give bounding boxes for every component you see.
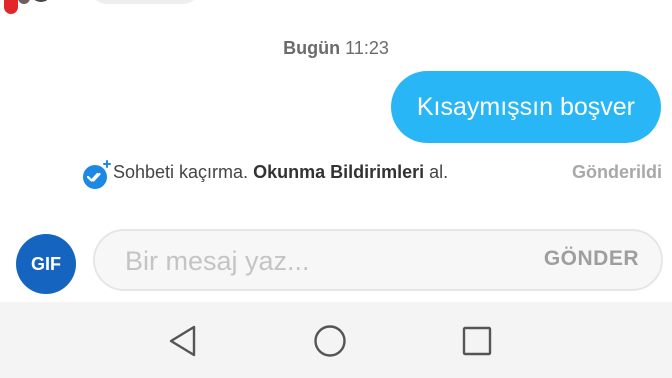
timestamp-day: Bugün bbox=[283, 38, 341, 58]
home-icon[interactable] bbox=[313, 324, 347, 358]
message-timestamp: Bugün 11:23 bbox=[0, 38, 672, 59]
read-receipts-prefix: Sohbeti kaçırma. bbox=[113, 162, 249, 182]
read-receipts-row: Sohbeti kaçırma. Okunma Bildirimleri al.… bbox=[82, 158, 672, 190]
read-receipts-link[interactable]: Okunma Bildirimleri bbox=[253, 162, 424, 182]
sent-status: Gönderildi bbox=[572, 162, 662, 182]
timestamp-time: 11:23 bbox=[345, 38, 389, 58]
android-navigation-bar bbox=[0, 302, 672, 378]
read-receipts-suffix: al. bbox=[429, 162, 449, 182]
previous-message-bubble bbox=[90, 0, 200, 4]
outgoing-message-text: Kısaymışsın boşver bbox=[416, 93, 635, 121]
message-input[interactable] bbox=[123, 243, 487, 279]
gif-button[interactable]: GIF bbox=[16, 234, 76, 294]
send-button[interactable]: GÖNDER bbox=[544, 247, 639, 271]
message-box[interactable]: GÖNDER bbox=[93, 229, 663, 291]
avatar[interactable] bbox=[0, 0, 60, 30]
read-receipts-promo[interactable]: Sohbeti kaçırma. Okunma Bildirimleri al. bbox=[113, 162, 448, 183]
outgoing-message-bubble[interactable]: Kısaymışsın boşver bbox=[390, 71, 661, 143]
read-receipt-check-icon[interactable] bbox=[82, 160, 112, 190]
message-composer: GIF GÖNDER bbox=[0, 226, 672, 294]
recent-apps-icon[interactable] bbox=[460, 324, 494, 358]
previous-message-strip bbox=[0, 0, 672, 14]
back-icon[interactable] bbox=[166, 324, 200, 358]
